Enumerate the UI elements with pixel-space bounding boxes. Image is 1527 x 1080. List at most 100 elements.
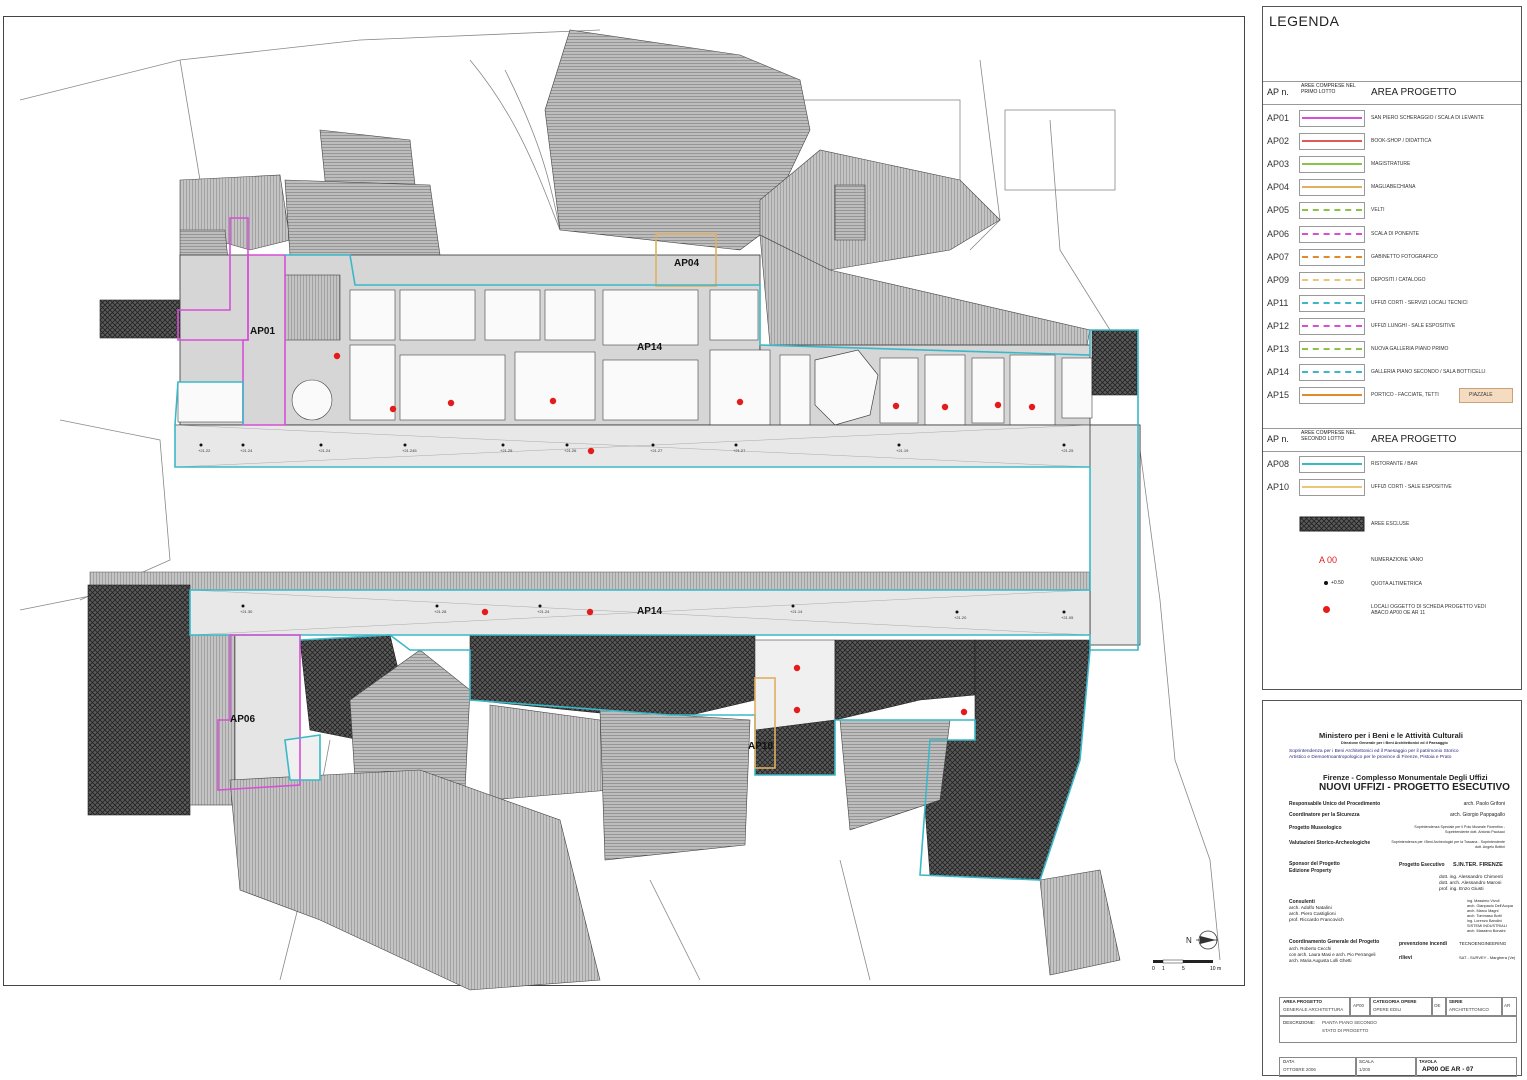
- survey-label: rilievi: [1399, 955, 1413, 961]
- elevation-symbol: [199, 443, 203, 447]
- room-marker: [994, 401, 1002, 409]
- elevation-symbol: [565, 443, 569, 447]
- legend-code: AP05: [1267, 205, 1290, 216]
- scale-tick-label: 10 m: [1210, 966, 1221, 972]
- legend-rooms-card: LOCALI OGGETTO DI SCHEDA PROGETTO VEDI A…: [1263, 600, 1521, 626]
- room-marker: [736, 398, 744, 406]
- consultants-item: arch. Adolfo Natalini: [1289, 906, 1332, 911]
- legend-row-ap10: AP10 UFFIZI CORTI - SALE ESPOSITIVE: [1263, 476, 1521, 498]
- room-number-sample: A 00: [1319, 555, 1338, 565]
- person-name: arch. Giorgio Pappagallo: [1449, 812, 1505, 818]
- upper-corridor: [174, 424, 1141, 468]
- excluded-swatch: [1299, 516, 1365, 532]
- legend-elevation: +0.50 QUOTA ALTIMETRICA: [1263, 573, 1521, 595]
- north-arrow: N: [1186, 930, 1218, 950]
- legend-label: MAGLIABECHIANA: [1371, 184, 1416, 191]
- legend-row-ap05: AP05 VELTI: [1263, 199, 1521, 221]
- fire-label: prevenzione incendi: [1399, 941, 1448, 947]
- elevation-label: +21.28: [434, 609, 447, 614]
- room-marker: [587, 447, 595, 455]
- elevation-label: QUOTA ALTIMETRICA: [1371, 581, 1422, 587]
- room-number-label: NUMERAZIONE VANO: [1371, 557, 1424, 563]
- person-role: Responsabile Unico del Procedimento: [1289, 801, 1381, 807]
- legend-swatch: [1299, 110, 1365, 127]
- legend-code: AP12: [1267, 320, 1290, 331]
- legend-code: AP08: [1267, 459, 1290, 469]
- scale-tick-label: 5: [1182, 966, 1185, 972]
- room-marker: [793, 706, 801, 714]
- legend-swatch: [1299, 364, 1365, 382]
- scale-tick-label: 0: [1152, 966, 1155, 972]
- legend-swatch: [1299, 248, 1365, 266]
- header-area: AREA PROGETTO: [1371, 434, 1457, 445]
- consultants-item: arch. Piero Castiglioni: [1289, 912, 1336, 917]
- legend-line: [1302, 163, 1362, 166]
- person-role: Valutazioni Storico-Archeologiche: [1289, 840, 1371, 846]
- legend-row-ap11: AP11 UFFIZI CORTI - SERVIZI LOCALI TECNIC…: [1263, 292, 1521, 314]
- legend-header-second-lot: AP n. AREE COMPRESE NEL SECONDO LOTTO AR…: [1263, 428, 1521, 452]
- legend-line: [1302, 348, 1362, 350]
- cell-category-label: CATEGORIA OPERE: [1373, 999, 1417, 1004]
- plants-item: ing. Lorenzo Bandini: [1467, 919, 1502, 923]
- project-title: NUOVI UFFIZI - PROGETTO ESECUTIVO: [1319, 782, 1510, 793]
- legend-swatch: [1299, 225, 1365, 243]
- east-corridor: [1089, 424, 1141, 646]
- consultants-item: prof. Riccardo Francovich: [1289, 918, 1344, 923]
- person-name: Soprintendenza per i Beni Archeologici p…: [1391, 840, 1505, 849]
- legend-label: GALLERIA PIANO SECONDO / SALA BOTTICELLI: [1371, 369, 1486, 376]
- legend-label: VELTI: [1371, 207, 1385, 214]
- cell-scale-label: SCALA: [1359, 1059, 1374, 1064]
- cell-description: DESCRIZIONE: PIANTA PIANO SECONDO STATO …: [1279, 1015, 1517, 1043]
- person-name: Soprintendenza Speciale per il Polo Muse…: [1414, 825, 1505, 834]
- elevation-symbol: [791, 604, 795, 608]
- elevation-label: +21.19: [896, 448, 909, 453]
- cell-series: SERIE ARCHITETTONICO: [1445, 997, 1503, 1017]
- excluded-label: AREE ESCLUSE: [1371, 521, 1410, 527]
- room-marker: [481, 608, 489, 616]
- plants-item: arch. Massimo Bonaini: [1467, 929, 1506, 933]
- legend-row-ap15: AP15 PORTICO - FACCIATE, TETTI PIAZZALE: [1263, 384, 1521, 406]
- legend-code: AP03: [1267, 159, 1290, 170]
- header-included: AREE COMPRESE NEL PRIMO LOTTO: [1301, 83, 1356, 95]
- legend-label: PORTICO - FACCIATE, TETTI: [1371, 392, 1439, 399]
- elevation-label: +21.27: [650, 448, 663, 453]
- cell-category-value: OPERE EDILI: [1373, 1007, 1402, 1012]
- person-role: Progetto Museologico: [1289, 825, 1342, 831]
- sponsor: Edizione Property: [1289, 868, 1332, 874]
- red-dot-icon: [1323, 606, 1330, 613]
- legend-code: AP13: [1267, 344, 1290, 354]
- legend-excluded: AREE ESCLUSE: [1263, 513, 1521, 535]
- elevation-symbol: [734, 443, 738, 447]
- cell-series-value: ARCHITETTONICO: [1449, 1007, 1489, 1012]
- north-label: N: [1186, 936, 1192, 945]
- elevation-label: +21.25: [500, 448, 513, 453]
- elevation-symbol: [955, 610, 959, 614]
- ministry: Ministero per i Beni e le Attività Cultu…: [1319, 731, 1463, 740]
- elevation-label: +21.24: [537, 609, 550, 614]
- coordination-label: Coordinamento Generale del Progetto: [1289, 939, 1380, 945]
- elevation-symbol: [1062, 443, 1066, 447]
- piazzale-label: PIAZZALE: [1469, 392, 1493, 399]
- legend-row-ap14: AP14 GALLERIA PIANO SECONDO / SALA BOTTIC…: [1263, 361, 1521, 383]
- legend-label: SAN PIERO SCHERAGGIO / SCALA DI LEVANTE: [1371, 115, 1484, 121]
- legend-row-ap13: AP13 NUOVA GALLERIA PIANO PRIMO: [1263, 338, 1521, 360]
- executive-label: Progetto Esecutivo: [1399, 862, 1445, 868]
- legend-header-first-lot: AP n. AREE COMPRESE NEL PRIMO LOTTO AREA…: [1263, 81, 1521, 105]
- directorate: Direzione Generale per i Beni Architetto…: [1341, 741, 1448, 745]
- legend-code: AP04: [1267, 182, 1290, 193]
- legend-label: UFFIZI LUNGHI - SALE ESPOSITIVE: [1371, 322, 1456, 329]
- legend-label: BOOK-SHOP / DIDATTICA: [1371, 138, 1432, 145]
- legend-swatch: [1299, 387, 1365, 405]
- legend-line: [1302, 117, 1362, 119]
- scale-tick-label: 1: [1162, 966, 1165, 972]
- legend-label: DEPOSITI / CATALOGO: [1371, 276, 1426, 283]
- elevation-label: +21.22: [198, 448, 211, 453]
- area-label-ap14-north: AP14: [637, 342, 662, 353]
- elevation-label: +21.05: [1061, 615, 1074, 620]
- floor-plan: AP04 AP01 AP14 AP14 AP06 AP10 +21.22 +21…: [19, 29, 1221, 991]
- complex-title: Firenze - Complesso Monumentale Degli Uf…: [1323, 773, 1488, 782]
- legend-swatch: [1299, 271, 1365, 289]
- elevation-label: +21.20: [954, 615, 967, 620]
- legend-line: [1302, 209, 1362, 212]
- legend-code: AP15: [1267, 390, 1290, 401]
